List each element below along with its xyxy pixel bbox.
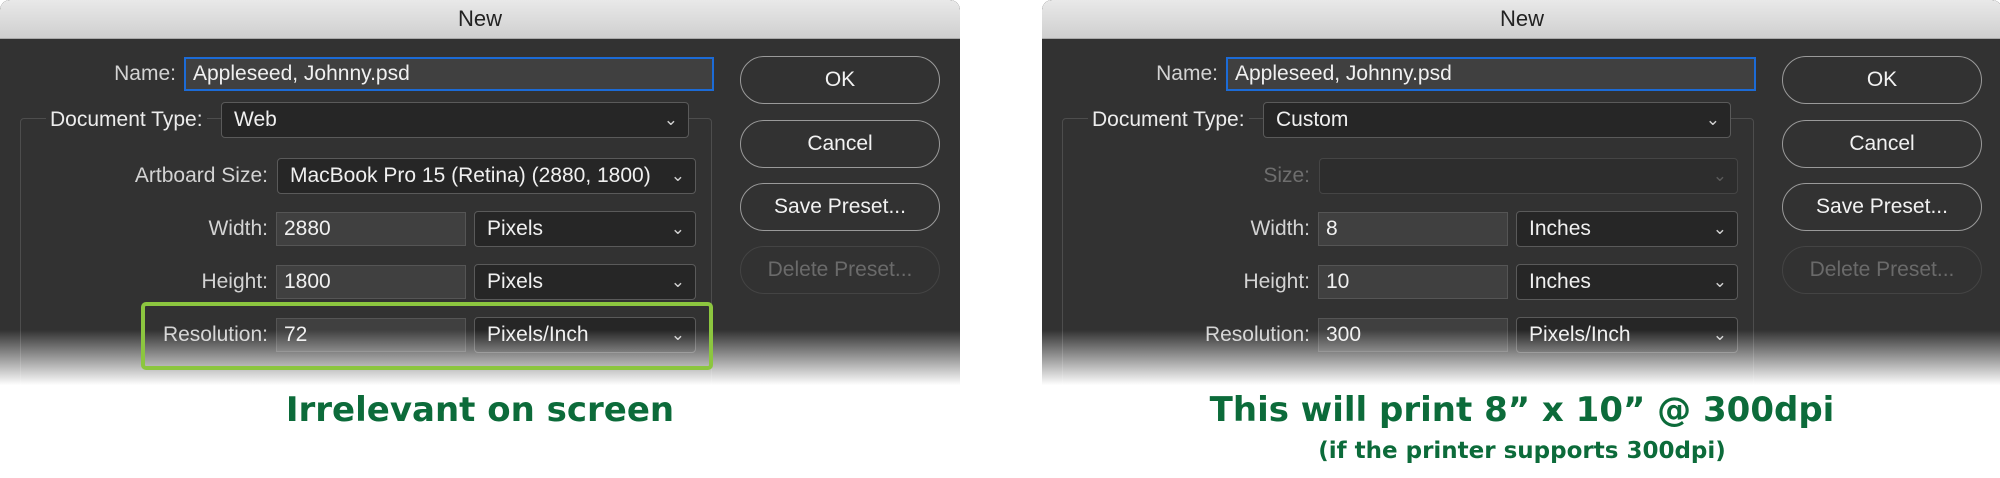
document-type-select[interactable]: Custom ⌄ xyxy=(1263,102,1731,138)
ok-button[interactable]: OK xyxy=(1782,56,1982,104)
dialog-title: New xyxy=(0,0,960,39)
chevron-down-icon: ⌄ xyxy=(1712,325,1727,344)
width-field[interactable]: 8 xyxy=(1318,212,1508,246)
name-field[interactable]: Appleseed, Johnny.psd xyxy=(1226,57,1756,91)
delete-preset-button: Delete Preset... xyxy=(1782,246,1982,294)
ok-button[interactable]: OK xyxy=(740,56,940,104)
chevron-down-icon: ⌄ xyxy=(663,110,678,129)
document-type-value: Custom xyxy=(1276,108,1349,131)
chevron-down-icon: ⌄ xyxy=(1712,219,1727,238)
height-field[interactable]: 10 xyxy=(1318,265,1508,299)
document-type-select[interactable]: Web ⌄ xyxy=(221,102,689,138)
chevron-down-icon: ⌄ xyxy=(1705,110,1720,129)
save-preset-button[interactable]: Save Preset... xyxy=(1782,183,1982,231)
resolution-unit-select[interactable]: Pixels/Inch ⌄ xyxy=(1516,317,1738,353)
chevron-down-icon: ⌄ xyxy=(670,219,685,238)
chevron-down-icon: ⌄ xyxy=(1712,166,1727,185)
width-label: Width: xyxy=(1250,217,1310,240)
resolution-label: Resolution: xyxy=(1204,323,1310,346)
artboard-size-value: MacBook Pro 15 (Retina) (2880, 1800) xyxy=(290,164,651,187)
artboard-size-select[interactable]: MacBook Pro 15 (Retina) (2880, 1800) ⌄ xyxy=(277,158,696,194)
resolution-highlight-box xyxy=(141,302,713,370)
chevron-down-icon: ⌄ xyxy=(1712,272,1727,291)
left-caption: Irrelevant on screen xyxy=(285,390,675,430)
new-document-dialog-custom: New Name: Appleseed, Johnny.psd Document… xyxy=(1042,0,2000,385)
width-unit-select[interactable]: Inches ⌄ xyxy=(1516,211,1738,247)
name-field[interactable]: Appleseed, Johnny.psd xyxy=(184,57,714,91)
height-label: Height: xyxy=(1243,270,1310,293)
document-type-label: Document Type: xyxy=(46,103,207,137)
cancel-button[interactable]: Cancel xyxy=(740,120,940,168)
height-unit-select[interactable]: Pixels ⌄ xyxy=(474,264,696,300)
chevron-down-icon: ⌄ xyxy=(670,272,685,291)
delete-preset-button: Delete Preset... xyxy=(740,246,940,294)
new-document-dialog-web: New Name: Appleseed, Johnny.psd Document… xyxy=(0,0,960,385)
left-panel: New Name: Appleseed, Johnny.psd Document… xyxy=(0,0,960,478)
height-label: Height: xyxy=(201,270,268,293)
artboard-size-label: Artboard Size: xyxy=(134,164,268,187)
dialog-title: New xyxy=(1042,0,2000,39)
size-label: Size: xyxy=(1263,164,1310,187)
chevron-down-icon: ⌄ xyxy=(670,166,685,185)
width-unit-select[interactable]: Pixels ⌄ xyxy=(474,211,696,247)
right-caption: This will print 8” x 10” @ 300dpi xyxy=(1209,390,1835,430)
document-type-label: Document Type: xyxy=(1088,103,1249,137)
height-unit-value: Pixels xyxy=(487,270,544,293)
width-unit-value: Inches xyxy=(1529,217,1591,240)
name-label: Name: xyxy=(114,62,176,85)
size-select: ⌄ xyxy=(1319,158,1738,194)
height-field[interactable]: 1800 xyxy=(276,265,466,299)
name-label: Name: xyxy=(1156,62,1218,85)
save-preset-button[interactable]: Save Preset... xyxy=(740,183,940,231)
resolution-unit-value: Pixels/Inch xyxy=(1529,323,1631,346)
cancel-button[interactable]: Cancel xyxy=(1782,120,1982,168)
right-subcaption: (if the printer supports 300dpi) xyxy=(1318,438,1726,464)
width-field[interactable]: 2880 xyxy=(276,212,466,246)
document-type-value: Web xyxy=(234,108,277,131)
height-unit-select[interactable]: Inches ⌄ xyxy=(1516,264,1738,300)
width-unit-value: Pixels xyxy=(487,217,544,240)
resolution-field[interactable]: 300 xyxy=(1318,318,1508,352)
width-label: Width: xyxy=(208,217,268,240)
right-panel: New Name: Appleseed, Johnny.psd Document… xyxy=(1042,0,2000,478)
height-unit-value: Inches xyxy=(1529,270,1591,293)
